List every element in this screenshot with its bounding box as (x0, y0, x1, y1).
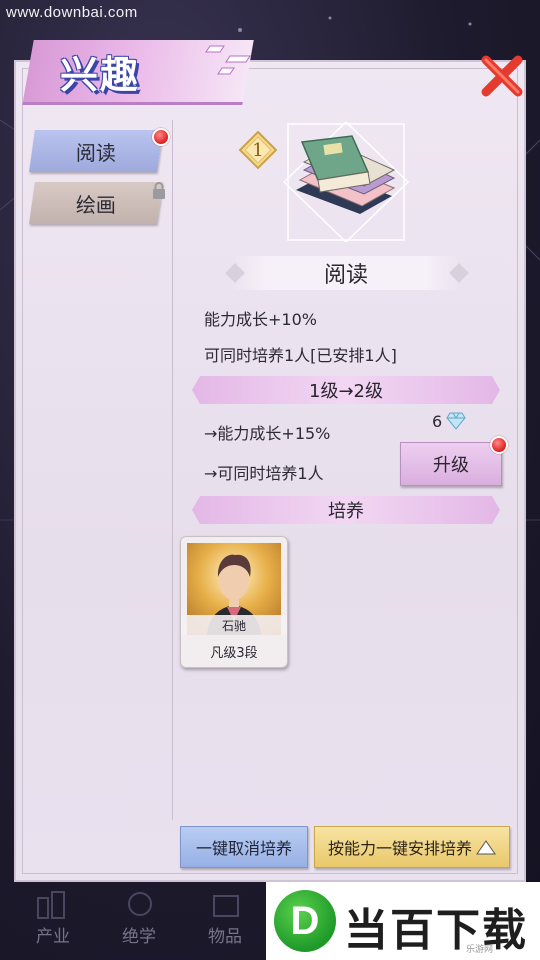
nav-item-skills[interactable]: 绝学 (122, 922, 156, 947)
sidebar-item-drawing[interactable]: 绘画 (29, 182, 163, 224)
character-card[interactable]: 石驰 凡级3段 (180, 536, 288, 668)
nav-item-items[interactable]: 物品 (208, 922, 242, 947)
logo-subtext: 乐游网 (466, 945, 494, 955)
character-name: 石驰 (181, 615, 287, 635)
auto-arrange-label: 按能力一键安排培养 (327, 839, 472, 858)
sidebar-item-reading[interactable]: 阅读 (29, 130, 163, 172)
skill-icon (128, 892, 152, 916)
logo-letter: D (290, 898, 320, 943)
notification-dot (152, 128, 170, 146)
book-stack-icon (282, 122, 410, 242)
page-title: 兴趣 (60, 53, 141, 97)
next-growth-stat: →能力成长+15% (204, 424, 331, 443)
notification-dot (490, 436, 508, 454)
character-rank: 凡级3段 (210, 645, 258, 661)
cancel-all-label: 一键取消培养 (195, 839, 292, 858)
current-growth-stat: 能力成长+10% (204, 310, 317, 329)
current-capacity-stat: 可同时培养1人[已安排1人] (204, 346, 397, 365)
interest-name: 阅读 (323, 263, 368, 288)
next-capacity-stat: →可同时培养1人 (204, 464, 324, 483)
train-section-header: 培养 (192, 496, 500, 524)
triangle-up-icon (476, 840, 496, 855)
industry-icon (37, 891, 65, 919)
sidebar-item-label: 阅读 (76, 140, 116, 165)
title-decoration-icon (205, 45, 251, 75)
nav-item-industry[interactable]: 产业 (36, 922, 70, 947)
cancel-all-training-button[interactable]: 一键取消培养 (180, 826, 308, 868)
close-icon (481, 55, 523, 97)
upgrade-button[interactable]: 升级 (400, 442, 502, 486)
auto-arrange-training-button[interactable]: 按能力一键安排培养 (314, 826, 510, 868)
logo-circle-icon: D (274, 890, 336, 952)
diamond-icon (446, 412, 466, 430)
level-number: 1 (252, 139, 264, 161)
upgrade-cost: 6 (432, 412, 443, 431)
close-button[interactable] (476, 52, 528, 100)
watermark-text: www.downbai.com (6, 4, 138, 21)
lock-icon (153, 182, 165, 199)
sidebar-item-label: 绘画 (76, 192, 116, 217)
sidebar: 阅读 绘画 (20, 120, 173, 820)
upgrade-button-label: 升级 (433, 455, 469, 476)
upgrade-section-header: 1级→2级 (192, 376, 500, 404)
logo-text: 当百下载 (344, 905, 528, 956)
site-logo: D 当百下载 乐游网 (266, 882, 540, 960)
items-icon (213, 895, 239, 917)
